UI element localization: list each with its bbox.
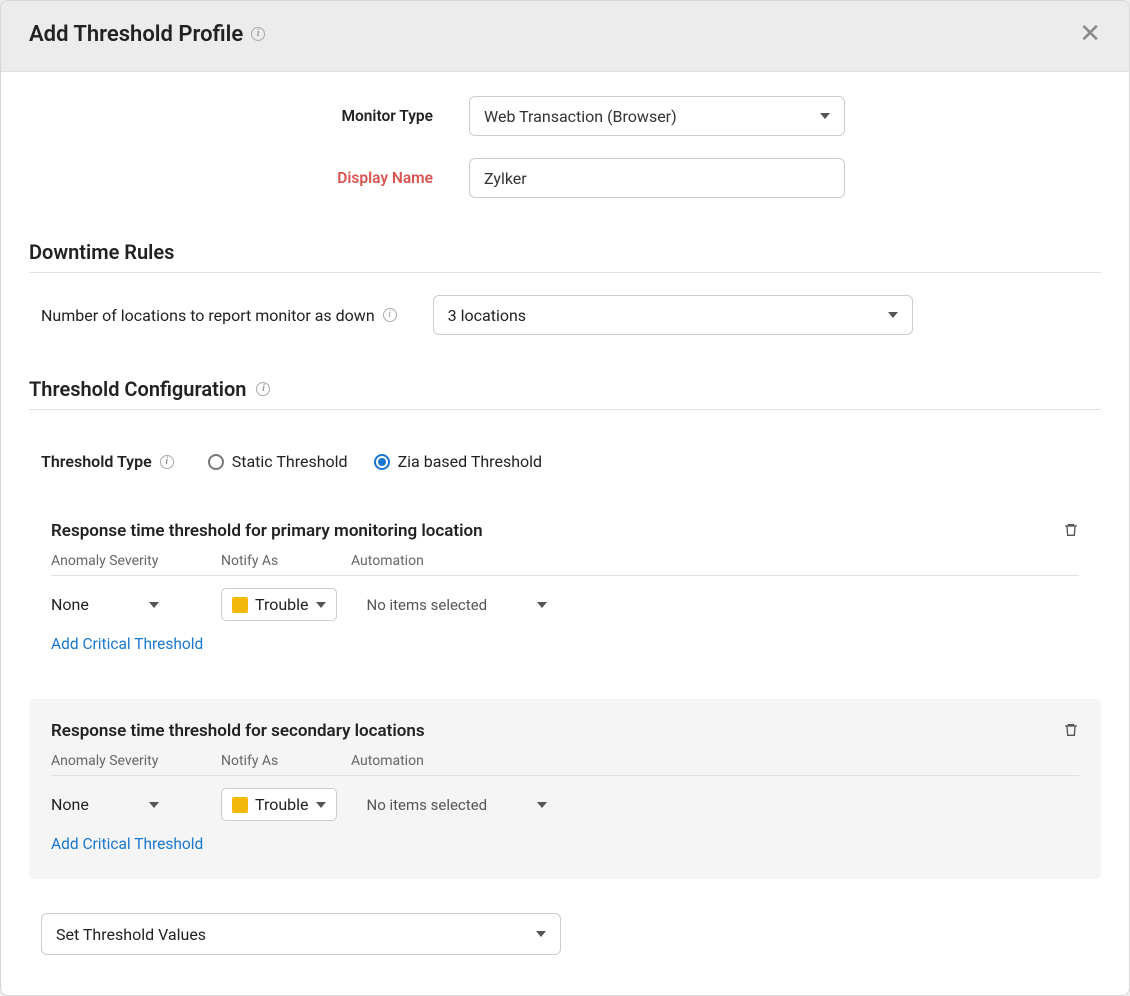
divider — [29, 409, 1101, 410]
primary-automation-select[interactable]: No items selected — [367, 596, 547, 614]
secondary-threshold-block: Response time threshold for secondary lo… — [29, 699, 1101, 879]
primary-anomaly-select[interactable]: None — [51, 595, 171, 614]
primary-threshold-heading: Response time threshold for primary moni… — [51, 521, 1079, 541]
downtime-rules-title: Downtime Rules — [29, 240, 1101, 264]
display-name-input[interactable]: Zylker — [469, 158, 845, 198]
secondary-anomaly-select[interactable]: None — [51, 795, 171, 814]
modal-body: Monitor Type Web Transaction (Browser) D… — [1, 72, 1129, 995]
trouble-swatch-icon — [232, 597, 248, 613]
threshold-type-label-text: Threshold Type — [41, 452, 152, 471]
secondary-notify-select[interactable]: Trouble — [221, 788, 337, 821]
zia-threshold-radio[interactable]: Zia based Threshold — [374, 452, 542, 471]
chevron-down-icon — [537, 602, 547, 608]
zia-threshold-label: Zia based Threshold — [398, 452, 542, 471]
col-anomaly-header: Anomaly Severity — [51, 753, 221, 769]
trash-icon — [1063, 521, 1079, 539]
modal-title: Add Threshold Profile i — [29, 22, 265, 47]
chevron-down-icon — [149, 802, 159, 808]
primary-add-critical-link[interactable]: Add Critical Threshold — [51, 635, 1079, 653]
chevron-down-icon — [316, 802, 326, 808]
set-threshold-values-select[interactable]: Set Threshold Values — [41, 913, 561, 955]
col-automation-header: Automation — [351, 553, 1079, 569]
trouble-swatch-icon — [232, 797, 248, 813]
locations-value: 3 locations — [448, 306, 526, 325]
threshold-config-title: Threshold Configuration i — [29, 377, 1101, 401]
monitor-type-label: Monitor Type — [29, 107, 469, 125]
chevron-down-icon — [149, 602, 159, 608]
info-icon[interactable]: i — [383, 308, 397, 322]
chevron-down-icon — [316, 602, 326, 608]
trash-icon — [1063, 721, 1079, 739]
primary-notify-select[interactable]: Trouble — [221, 588, 337, 621]
monitor-type-value: Web Transaction (Browser) — [484, 107, 677, 126]
monitor-type-select[interactable]: Web Transaction (Browser) — [469, 96, 845, 136]
primary-automation-value: No items selected — [367, 596, 488, 614]
downtime-rules-title-text: Downtime Rules — [29, 240, 174, 264]
secondary-automation-select[interactable]: No items selected — [367, 796, 547, 814]
primary-notify-value: Trouble — [255, 595, 309, 614]
monitor-type-row: Monitor Type Web Transaction (Browser) — [29, 96, 1101, 136]
col-anomaly-header: Anomaly Severity — [51, 553, 221, 569]
secondary-threshold-heading: Response time threshold for secondary lo… — [51, 721, 1079, 741]
modal-title-text: Add Threshold Profile — [29, 22, 243, 47]
chevron-down-icon — [888, 312, 898, 318]
chevron-down-icon — [820, 113, 830, 119]
delete-secondary-button[interactable] — [1063, 721, 1079, 743]
column-headers: Anomaly Severity Notify As Automation — [51, 553, 1079, 576]
delete-primary-button[interactable] — [1063, 521, 1079, 543]
add-threshold-profile-modal: Add Threshold Profile i ✕ Monitor Type W… — [0, 0, 1130, 996]
locations-row: Number of locations to report monitor as… — [29, 295, 1101, 335]
display-name-label: Display Name — [29, 169, 469, 187]
set-threshold-values-label: Set Threshold Values — [56, 925, 206, 944]
col-notify-header: Notify As — [221, 553, 351, 569]
locations-select[interactable]: 3 locations — [433, 295, 913, 335]
secondary-notify-value: Trouble — [255, 795, 309, 814]
info-icon[interactable]: i — [160, 455, 174, 469]
info-icon[interactable]: i — [256, 382, 270, 396]
radio-icon — [208, 454, 224, 470]
primary-row: None Trouble No items selected — [51, 588, 1079, 621]
col-notify-header: Notify As — [221, 753, 351, 769]
secondary-anomaly-value: None — [51, 795, 89, 814]
primary-threshold-block: Response time threshold for primary moni… — [29, 499, 1101, 679]
primary-anomaly-value: None — [51, 595, 89, 614]
column-headers: Anomaly Severity Notify As Automation — [51, 753, 1079, 776]
locations-label-text: Number of locations to report monitor as… — [41, 306, 375, 325]
display-name-row: Display Name Zylker — [29, 158, 1101, 198]
threshold-config-title-text: Threshold Configuration — [29, 377, 246, 401]
secondary-row: None Trouble No items selected — [51, 788, 1079, 821]
info-icon[interactable]: i — [251, 27, 265, 41]
secondary-add-critical-link[interactable]: Add Critical Threshold — [51, 835, 1079, 853]
locations-label: Number of locations to report monitor as… — [29, 306, 397, 325]
threshold-type-radio-group: Static Threshold Zia based Threshold — [208, 452, 542, 471]
chevron-down-icon — [536, 931, 546, 937]
threshold-type-row: Threshold Type i Static Threshold Zia ba… — [29, 432, 1101, 479]
threshold-type-label: Threshold Type i — [41, 452, 174, 471]
col-automation-header: Automation — [351, 753, 1079, 769]
display-name-value: Zylker — [484, 169, 527, 188]
secondary-automation-value: No items selected — [367, 796, 488, 814]
static-threshold-radio[interactable]: Static Threshold — [208, 452, 348, 471]
modal-header: Add Threshold Profile i ✕ — [1, 1, 1129, 72]
divider — [29, 272, 1101, 273]
radio-icon — [374, 454, 390, 470]
chevron-down-icon — [537, 802, 547, 808]
close-icon[interactable]: ✕ — [1079, 21, 1101, 47]
static-threshold-label: Static Threshold — [232, 452, 348, 471]
